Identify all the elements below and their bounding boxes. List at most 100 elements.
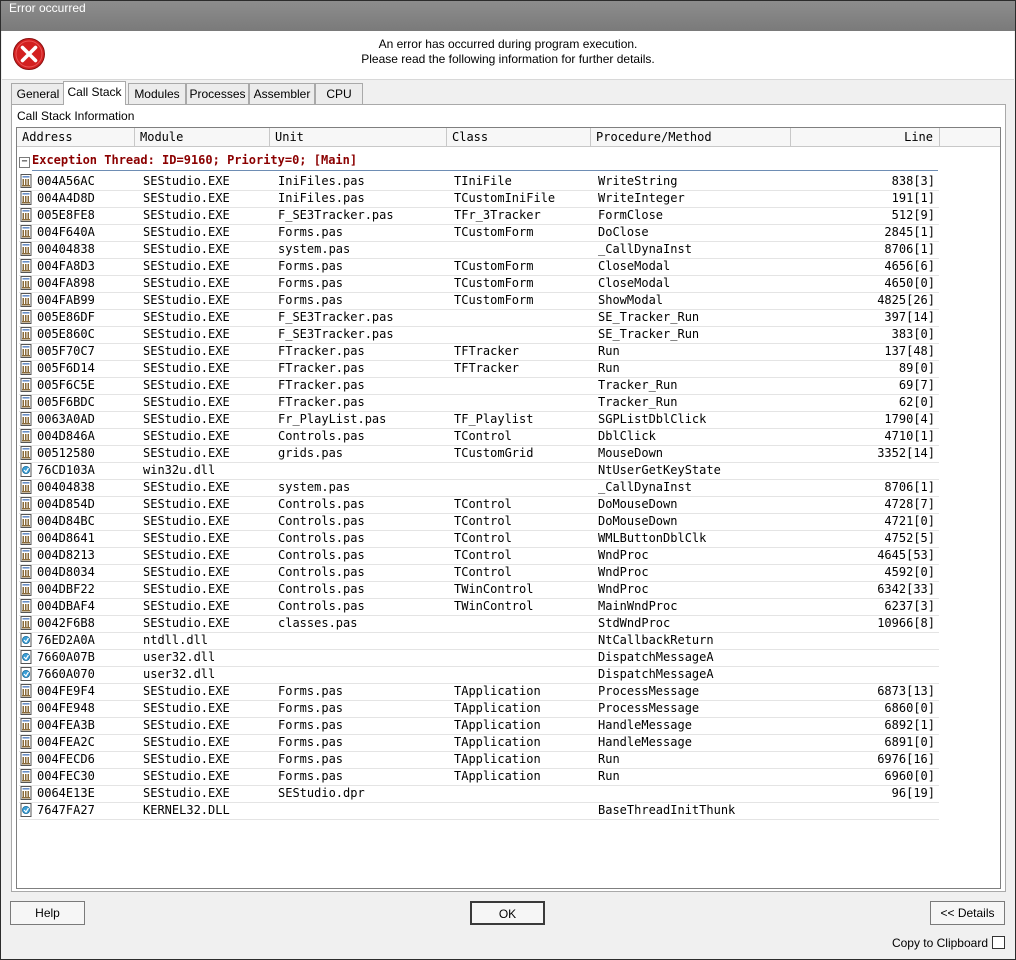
cell-unit: Controls.pas — [278, 531, 365, 545]
cell-addr: 004D84BC — [37, 514, 95, 528]
cell-unit: FTracker.pas — [278, 378, 365, 392]
table-row[interactable]: 004D854D SEStudio.EXE Controls.pas TControl… — [19, 496, 939, 514]
cell-unit: IniFiles.pas — [278, 191, 365, 205]
cell-unit: Controls.pas — [278, 582, 365, 596]
table-row[interactable]: 0064E13E SEStudio.EXE SEStudio.dpr 96[19] — [19, 785, 939, 803]
cell-cls: TControl — [454, 548, 512, 562]
cell-cls: TApplication — [454, 735, 541, 749]
cell-addr: 004FE948 — [37, 701, 95, 715]
cell-line: 2845[1] — [884, 225, 935, 239]
cell-unit: Forms.pas — [278, 735, 344, 749]
cell-mod: SEStudio.EXE — [143, 208, 230, 222]
column-header-line[interactable]: Line — [791, 128, 940, 147]
cell-line: 838[3] — [891, 174, 935, 188]
table-row[interactable]: 004FE948 SEStudio.EXE Forms.pas TApplicatio… — [19, 700, 939, 718]
cell-unit: Controls.pas — [278, 497, 365, 511]
module-icon — [20, 752, 33, 766]
table-row[interactable]: 004FAB99 SEStudio.EXE Forms.pas TCustomForm… — [19, 292, 939, 310]
column-header-module[interactable]: Module — [135, 128, 270, 147]
column-header-class[interactable]: Class — [447, 128, 591, 147]
table-row[interactable]: 0063A0AD SEStudio.EXE Fr_PlayList.pas TF_Pl… — [19, 411, 939, 429]
table-row[interactable]: 004DBF22 SEStudio.EXE Controls.pas TWinCont… — [19, 581, 939, 599]
table-row[interactable]: 004D8641 SEStudio.EXE Controls.pas TControl… — [19, 530, 939, 548]
copy-to-clipboard-label: Copy to Clipboard — [891, 936, 988, 950]
table-row[interactable]: 004DBAF4 SEStudio.EXE Controls.pas TWinCont… — [19, 598, 939, 616]
cell-line: 6892[1] — [884, 718, 935, 732]
cell-unit: Fr_PlayList.pas — [278, 412, 387, 426]
details-button[interactable]: << Details — [930, 901, 1005, 925]
ok-button[interactable]: OK — [470, 901, 545, 925]
thread-divider — [32, 170, 938, 171]
cell-mod: SEStudio.EXE — [143, 242, 230, 256]
tab-modules[interactable]: Modules — [128, 83, 186, 104]
exception-thread-node[interactable]: − Exception Thread: ID=9160; Priority=0; … — [19, 153, 357, 168]
cell-proc: Run — [598, 344, 620, 358]
table-row[interactable]: 005E8FE8 SEStudio.EXE F_SE3Tracker.pas TFr_… — [19, 207, 939, 225]
column-header-procedure[interactable]: Procedure/Method — [591, 128, 791, 147]
table-row[interactable]: 004D8034 SEStudio.EXE Controls.pas TControl… — [19, 564, 939, 582]
tab-general[interactable]: General — [11, 83, 65, 104]
table-row[interactable]: 004FEA2C SEStudio.EXE Forms.pas TApplicatio… — [19, 734, 939, 752]
module-icon — [20, 582, 33, 596]
table-row[interactable]: 004FA8D3 SEStudio.EXE Forms.pas TCustomForm… — [19, 258, 939, 276]
table-row[interactable]: 004D846A SEStudio.EXE Controls.pas TControl… — [19, 428, 939, 446]
module-icon — [20, 786, 33, 800]
table-row[interactable]: 004FE9F4 SEStudio.EXE Forms.pas TApplicatio… — [19, 683, 939, 701]
table-row[interactable]: 0042F6B8 SEStudio.EXE classes.pas StdWndPro… — [19, 615, 939, 633]
table-row[interactable]: 004A56AC SEStudio.EXE IniFiles.pas TIniFile… — [19, 173, 939, 191]
cell-proc: _CallDynaInst — [598, 242, 692, 256]
cell-addr: 004FEA2C — [37, 735, 95, 749]
table-row[interactable]: 005F6C5E SEStudio.EXE FTracker.pas Tracker_… — [19, 377, 939, 395]
table-row[interactable]: 005F6D14 SEStudio.EXE FTracker.pas TFTracke… — [19, 360, 939, 378]
cell-line: 512[9] — [891, 208, 935, 222]
table-row[interactable]: 76CD103A win32u.dll NtUserGetKeyState — [19, 462, 939, 480]
cell-proc: WndProc — [598, 582, 649, 596]
table-row[interactable]: 7660A070 user32.dll DispatchMessageA — [19, 666, 939, 684]
cell-proc: DispatchMessageA — [598, 667, 714, 681]
table-row[interactable]: 7660A07B user32.dll DispatchMessageA — [19, 649, 939, 667]
table-row[interactable]: 005F6BDC SEStudio.EXE FTracker.pas Tracker_… — [19, 394, 939, 412]
tab-processes[interactable]: Processes — [186, 83, 249, 104]
table-row[interactable]: 00512580 SEStudio.EXE grids.pas TCustomGrid… — [19, 445, 939, 463]
cell-cls: TCustomForm — [454, 259, 534, 273]
copy-to-clipboard[interactable]: Copy to Clipboard — [892, 936, 1005, 950]
help-button[interactable]: Help — [10, 901, 85, 925]
tab-assembler[interactable]: Assembler — [249, 83, 315, 104]
table-row[interactable]: 00404838 SEStudio.EXE system.pas _CallDynaI… — [19, 241, 939, 259]
module-icon — [20, 446, 33, 460]
cell-addr: 7660A070 — [37, 667, 95, 681]
table-row[interactable]: 004FEA3B SEStudio.EXE Forms.pas TApplicatio… — [19, 717, 939, 735]
tab-cpu[interactable]: CPU — [315, 83, 363, 104]
call-stack-grid[interactable]: Address Module Unit Class Procedure/Meth… — [16, 127, 1001, 889]
table-row[interactable]: 004FA898 SEStudio.EXE Forms.pas TCustomForm… — [19, 275, 939, 293]
table-row[interactable]: 00404838 SEStudio.EXE system.pas _CallDynaI… — [19, 479, 939, 497]
table-row[interactable]: 004D8213 SEStudio.EXE Controls.pas TControl… — [19, 547, 939, 565]
table-row[interactable]: 004FEC30 SEStudio.EXE Forms.pas TApplicatio… — [19, 768, 939, 786]
table-row[interactable]: 005E860C SEStudio.EXE F_SE3Tracker.pas SE_T… — [19, 326, 939, 344]
table-row[interactable]: 005E86DF SEStudio.EXE F_SE3Tracker.pas SE_T… — [19, 309, 939, 327]
cell-line: 69[7] — [898, 378, 935, 392]
table-row[interactable]: 004D84BC SEStudio.EXE Controls.pas TControl… — [19, 513, 939, 531]
table-row[interactable]: 004FECD6 SEStudio.EXE Forms.pas TApplicatio… — [19, 751, 939, 769]
cell-cls: TCustomGrid — [454, 446, 534, 460]
tab-call-stack[interactable]: Call Stack — [63, 81, 126, 105]
cell-addr: 76CD103A — [37, 463, 95, 477]
table-row[interactable]: 76ED2A0A ntdll.dll NtCallbackReturn — [19, 632, 939, 650]
table-row[interactable]: 005F70C7 SEStudio.EXE FTracker.pas TFTracke… — [19, 343, 939, 361]
module-icon — [20, 344, 33, 358]
cell-line: 4645[53] — [877, 548, 935, 562]
table-row[interactable]: 004F640A SEStudio.EXE Forms.pas TCustomForm… — [19, 224, 939, 242]
cell-addr: 004FA898 — [37, 276, 95, 290]
cell-addr: 004DBF22 — [37, 582, 95, 596]
column-header-address[interactable]: Address — [17, 128, 135, 147]
table-row[interactable]: 004A4D8D SEStudio.EXE IniFiles.pas TCustomI… — [19, 190, 939, 208]
cell-proc: _CallDynaInst — [598, 480, 692, 494]
column-header-unit[interactable]: Unit — [270, 128, 447, 147]
copy-to-clipboard-checkbox[interactable] — [992, 936, 1005, 949]
collapse-box-icon[interactable]: − — [19, 157, 30, 168]
title-bar[interactable]: Error occurred — [1, 1, 1015, 31]
cell-cls: TCustomForm — [454, 293, 534, 307]
cell-proc: ProcessMessage — [598, 684, 700, 698]
table-row[interactable]: 7647FA27 KERNEL32.DLL BaseThreadInitThunk — [19, 802, 939, 820]
cell-addr: 76ED2A0A — [37, 633, 95, 647]
